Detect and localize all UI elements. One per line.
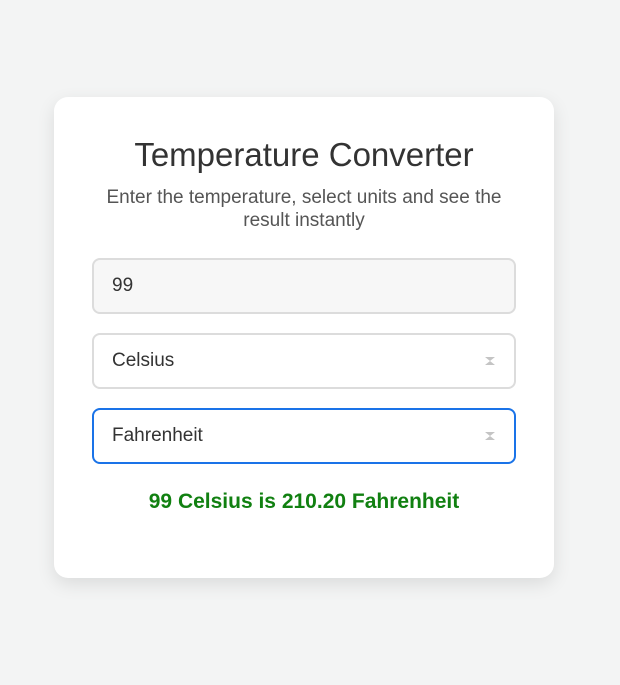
page-subtitle: Enter the temperature, select units and … (106, 187, 502, 231)
conversion-result: 99 Celsius is 210.20 Fahrenheit (148, 490, 460, 513)
from-unit-value: Celsius (112, 350, 175, 371)
temperature-input-value: 99 (112, 275, 134, 296)
temperature-input[interactable]: 99 (92, 258, 516, 314)
to-unit-value: Fahrenheit (112, 425, 203, 446)
select-arrows-icon (485, 357, 495, 365)
page-title: Temperature Converter (134, 136, 474, 173)
converter-card: Temperature Converter Enter the temperat… (54, 97, 554, 578)
to-unit-select[interactable]: Fahrenheit (92, 408, 516, 464)
from-unit-select[interactable]: Celsius (92, 333, 516, 389)
select-arrows-icon (485, 432, 495, 440)
